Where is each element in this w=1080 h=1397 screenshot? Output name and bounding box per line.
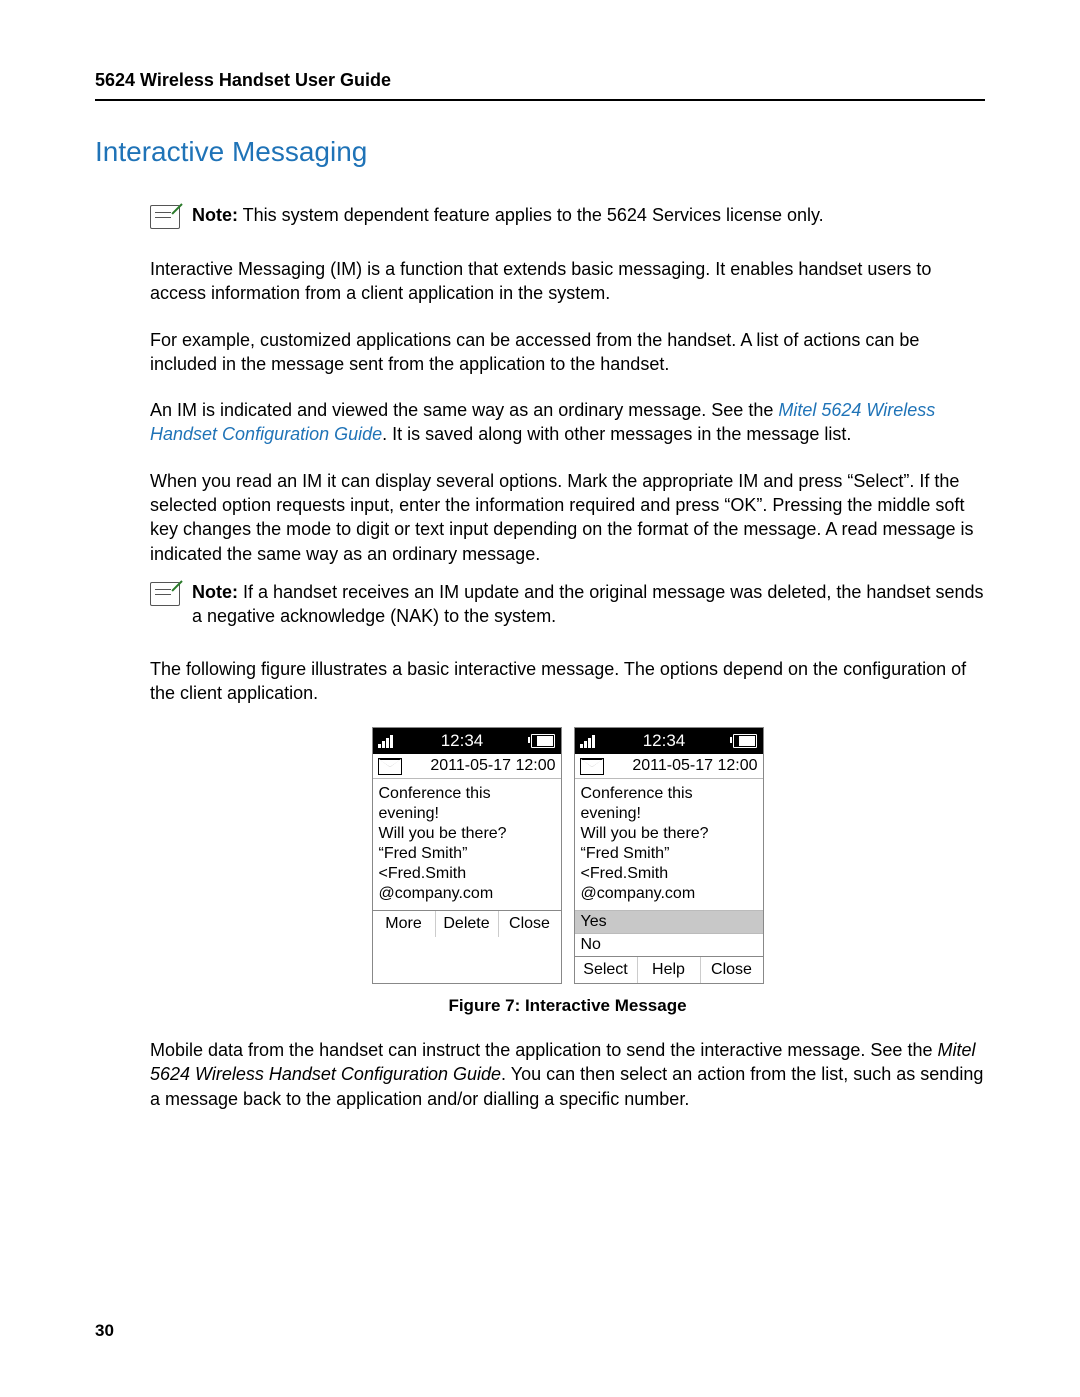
page-header: 5624 Wireless Handset User Guide — [95, 70, 985, 101]
message-date-bar: 2011-05-17 12:00 — [575, 754, 763, 779]
message-date: 2011-05-17 12:00 — [612, 757, 758, 775]
paragraph-1: Interactive Messaging (IM) is a function… — [150, 257, 985, 306]
softkey-close[interactable]: Close — [499, 911, 561, 937]
status-bar: 12:34 — [575, 728, 763, 754]
paragraph-6a: Mobile data from the handset can instruc… — [150, 1040, 937, 1060]
softkey-bar: Select Help Close — [575, 956, 763, 983]
softkey-delete[interactable]: Delete — [436, 911, 499, 937]
note-2-label: Note: — [192, 582, 238, 602]
paragraph-6: Mobile data from the handset can instruc… — [150, 1038, 985, 1111]
figure-7: 12:34 2011-05-17 12:00 Conference this e… — [150, 727, 985, 984]
msg-line: Conference this evening! — [379, 784, 555, 824]
msg-line: @company.com — [379, 884, 555, 904]
status-bar: 12:34 — [373, 728, 561, 754]
note-2-text: If a handset receives an IM update and t… — [192, 582, 983, 626]
note-1-text: This system dependent feature applies to… — [238, 205, 824, 225]
softkey-bar: More Delete Close — [373, 910, 561, 937]
note-icon — [150, 582, 180, 606]
paragraph-2: For example, customized applications can… — [150, 328, 985, 377]
signal-icon — [580, 734, 595, 748]
battery-icon — [733, 734, 757, 748]
option-yes[interactable]: Yes — [575, 910, 763, 933]
signal-icon — [378, 734, 393, 748]
softkey-close[interactable]: Close — [701, 957, 763, 983]
message-body: Conference this evening! Will you be the… — [373, 779, 561, 910]
figure-caption: Figure 7: Interactive Message — [150, 996, 985, 1016]
phone-screen-left: 12:34 2011-05-17 12:00 Conference this e… — [372, 727, 562, 984]
msg-line: Conference this evening! — [581, 784, 757, 824]
msg-line: Will you be there? — [379, 824, 555, 844]
envelope-icon — [580, 758, 604, 775]
paragraph-5: The following figure illustrates a basic… — [150, 657, 985, 706]
option-no[interactable]: No — [575, 933, 763, 956]
paragraph-3a: An IM is indicated and viewed the same w… — [150, 400, 778, 420]
message-body: Conference this evening! Will you be the… — [575, 779, 763, 910]
status-time: 12:34 — [441, 731, 484, 751]
softkey-select[interactable]: Select — [575, 957, 638, 983]
msg-line: “Fred Smith” <Fred.Smith — [379, 844, 555, 884]
msg-line: Will you be there? — [581, 824, 757, 844]
message-date-bar: 2011-05-17 12:00 — [373, 754, 561, 779]
option-list: Yes No — [575, 910, 763, 956]
section-title: Interactive Messaging — [95, 136, 985, 168]
phone-screen-right: 12:34 2011-05-17 12:00 Conference this e… — [574, 727, 764, 984]
note-icon — [150, 205, 180, 229]
battery-icon — [531, 734, 555, 748]
msg-line: @company.com — [581, 884, 757, 904]
status-time: 12:34 — [643, 731, 686, 751]
envelope-icon — [378, 758, 402, 775]
page-number: 30 — [95, 1321, 985, 1341]
note-2: Note: If a handset receives an IM update… — [150, 580, 985, 629]
message-date: 2011-05-17 12:00 — [410, 757, 556, 775]
paragraph-3: An IM is indicated and viewed the same w… — [150, 398, 985, 447]
paragraph-3b: . It is saved along with other messages … — [382, 424, 851, 444]
softkey-more[interactable]: More — [373, 911, 436, 937]
paragraph-4: When you read an IM it can display sever… — [150, 469, 985, 566]
note-1: Note: This system dependent feature appl… — [150, 203, 985, 229]
softkey-help[interactable]: Help — [638, 957, 701, 983]
msg-line: “Fred Smith” <Fred.Smith — [581, 844, 757, 884]
note-1-label: Note: — [192, 205, 238, 225]
